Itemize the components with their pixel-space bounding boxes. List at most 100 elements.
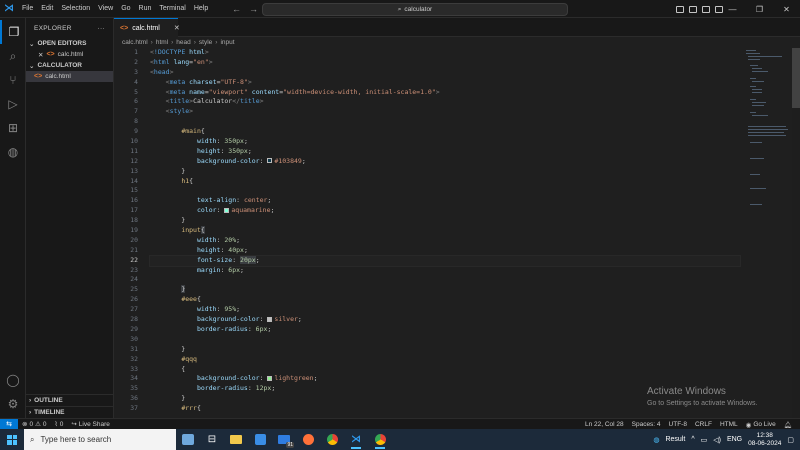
menu-selection[interactable]: Selection	[57, 0, 94, 18]
menu-run[interactable]: Run	[135, 0, 156, 18]
input-language[interactable]: ENG	[727, 436, 742, 443]
start-button[interactable]	[0, 429, 24, 450]
chevron-right-icon: ›	[193, 39, 196, 46]
color-swatch[interactable]	[267, 316, 273, 322]
file-explorer-icon[interactable]	[224, 429, 248, 450]
toggle-secondary-sidebar-icon[interactable]	[702, 5, 710, 13]
minimap[interactable]	[744, 48, 792, 418]
line-number: 3	[134, 67, 138, 76]
cursor-position[interactable]: Ln 22, Col 28	[581, 421, 628, 428]
taskbar-search[interactable]: ⌕ Type here to search	[24, 429, 176, 450]
forward-arrow-icon[interactable]: →	[249, 4, 258, 14]
source-control-icon[interactable]: ⑂	[0, 68, 26, 92]
menu-file[interactable]: File	[18, 0, 37, 18]
line-number: 22	[130, 255, 138, 264]
line-number: 30	[130, 334, 138, 343]
weather-icon[interactable]: ◍	[653, 436, 659, 444]
line-number: 5	[134, 87, 138, 96]
remote-explorer-icon[interactable]: ◍	[0, 140, 26, 164]
folder-file-item[interactable]: <> calc.html	[26, 71, 113, 82]
close-icon[interactable]: ✕	[38, 51, 43, 59]
chrome-icon[interactable]	[320, 429, 344, 450]
clock-date: 08-06-2024	[748, 439, 782, 447]
task-view-icon[interactable]: ⊟	[200, 429, 224, 450]
windows-logo-icon	[7, 434, 17, 445]
chrome-taskbar-icon[interactable]	[368, 429, 392, 450]
weather-label[interactable]: Result	[665, 436, 685, 443]
color-swatch[interactable]	[224, 207, 230, 213]
color-swatch[interactable]	[267, 375, 273, 381]
go-live-button[interactable]: ◉ Go Live	[742, 421, 780, 429]
end-of-line[interactable]: CRLF	[691, 421, 716, 428]
code-line: }	[150, 344, 186, 353]
network-icon[interactable]: ▭	[701, 436, 708, 444]
search-view-icon[interactable]: ⌕	[0, 44, 26, 68]
problems-indicator[interactable]: ⊗ 0 ⚠ 0	[18, 420, 51, 429]
ports-count: 0	[59, 420, 64, 428]
timeline-section[interactable]: › TIMELINE	[26, 406, 114, 418]
menu-view[interactable]: View	[94, 0, 117, 18]
line-number: 19	[130, 226, 138, 235]
mail-icon[interactable]: 91	[272, 429, 296, 450]
toggle-primary-sidebar-icon[interactable]	[676, 5, 684, 13]
code-line: {	[150, 364, 186, 373]
code-line: <meta name="viewport" content="width=dev…	[165, 87, 440, 96]
ports-indicator[interactable]: ⌇ 0	[51, 420, 68, 429]
indentation[interactable]: Spaces: 4	[628, 421, 665, 428]
run-debug-icon[interactable]: ▷	[0, 92, 26, 116]
live-share-button[interactable]: ↪ Live Share	[67, 420, 114, 429]
live-share-label: Live Share	[78, 420, 110, 428]
firefox-icon[interactable]	[296, 429, 320, 450]
more-actions-icon[interactable]: ···	[98, 25, 105, 32]
breadcrumb-input[interactable]: input	[220, 39, 234, 46]
current-code-line: font-size: 20px;	[149, 254, 741, 267]
open-editors-section[interactable]: ⌄ OPEN EDITORS	[26, 38, 113, 49]
live-share-icon: ↪	[71, 421, 77, 428]
microsoft-store-icon[interactable]	[248, 429, 272, 450]
notification-center-icon[interactable]: ▢	[787, 436, 794, 444]
notifications-bell-icon[interactable]: 🔔︎	[780, 421, 796, 429]
breadcrumb-html[interactable]: html	[156, 39, 168, 46]
code-line: height: 350px;	[196, 146, 252, 155]
tab-calc-html[interactable]: <> calc.html ✕	[114, 18, 180, 37]
breadcrumb-file[interactable]: calc.html	[122, 39, 148, 46]
breadcrumb-head[interactable]: head	[176, 39, 190, 46]
editor-scrollbar[interactable]	[792, 48, 800, 108]
encoding[interactable]: UTF-8	[665, 421, 691, 428]
volume-icon[interactable]: ◁)	[713, 436, 721, 444]
restore-icon[interactable]: ❐	[746, 0, 773, 18]
breadcrumb-style[interactable]: style	[199, 39, 212, 46]
language-mode[interactable]: HTML	[716, 421, 742, 428]
close-window-icon[interactable]: ✕	[773, 0, 800, 18]
back-arrow-icon[interactable]: ←	[232, 4, 241, 14]
command-center-search[interactable]: ⌕ calculator	[262, 3, 568, 16]
menu-help[interactable]: Help	[190, 0, 212, 18]
chevron-up-icon[interactable]: ^	[691, 436, 694, 443]
remote-indicator-icon[interactable]: ⇆	[0, 418, 18, 430]
manage-gear-icon[interactable]: ⚙	[0, 392, 26, 416]
widget-app-icon[interactable]	[176, 429, 200, 450]
extensions-icon[interactable]: ⊞	[0, 116, 26, 140]
outline-section[interactable]: › OUTLINE	[26, 394, 114, 406]
minimize-icon[interactable]: —	[719, 0, 746, 18]
line-number: 17	[130, 206, 138, 215]
toggle-panel-icon[interactable]	[689, 5, 697, 13]
open-editor-item[interactable]: ✕ <> calc.html	[26, 49, 113, 60]
folder-section[interactable]: ⌄ CALCULATOR	[26, 60, 113, 71]
clock[interactable]: 12:38 08-06-2024	[748, 432, 781, 448]
menu-go[interactable]: Go	[117, 0, 134, 18]
account-icon[interactable]: ◯	[0, 368, 26, 392]
chevron-right-icon: ›	[29, 397, 32, 404]
close-tab-icon[interactable]: ✕	[174, 24, 180, 32]
explorer-icon[interactable]: ❐	[0, 20, 26, 44]
menu-terminal[interactable]: Terminal	[155, 0, 189, 18]
code-editor[interactable]: 1 2 3 4 5 6 7 8 9 10 11 12 13 14 15 16 17 18 19 20 21 22 23 24 2…	[114, 48, 744, 418]
color-swatch[interactable]	[267, 158, 273, 164]
go-live-label: Go Live	[753, 421, 776, 428]
code-area[interactable]: <!DOCTYPE html> <html lang="en"> <head> …	[149, 48, 741, 414]
vscode-taskbar-icon[interactable]: ⋊	[344, 429, 368, 450]
menu-edit[interactable]: Edit	[37, 0, 57, 18]
error-count: 0	[29, 420, 34, 428]
code-line: text-align: center;	[196, 196, 272, 205]
